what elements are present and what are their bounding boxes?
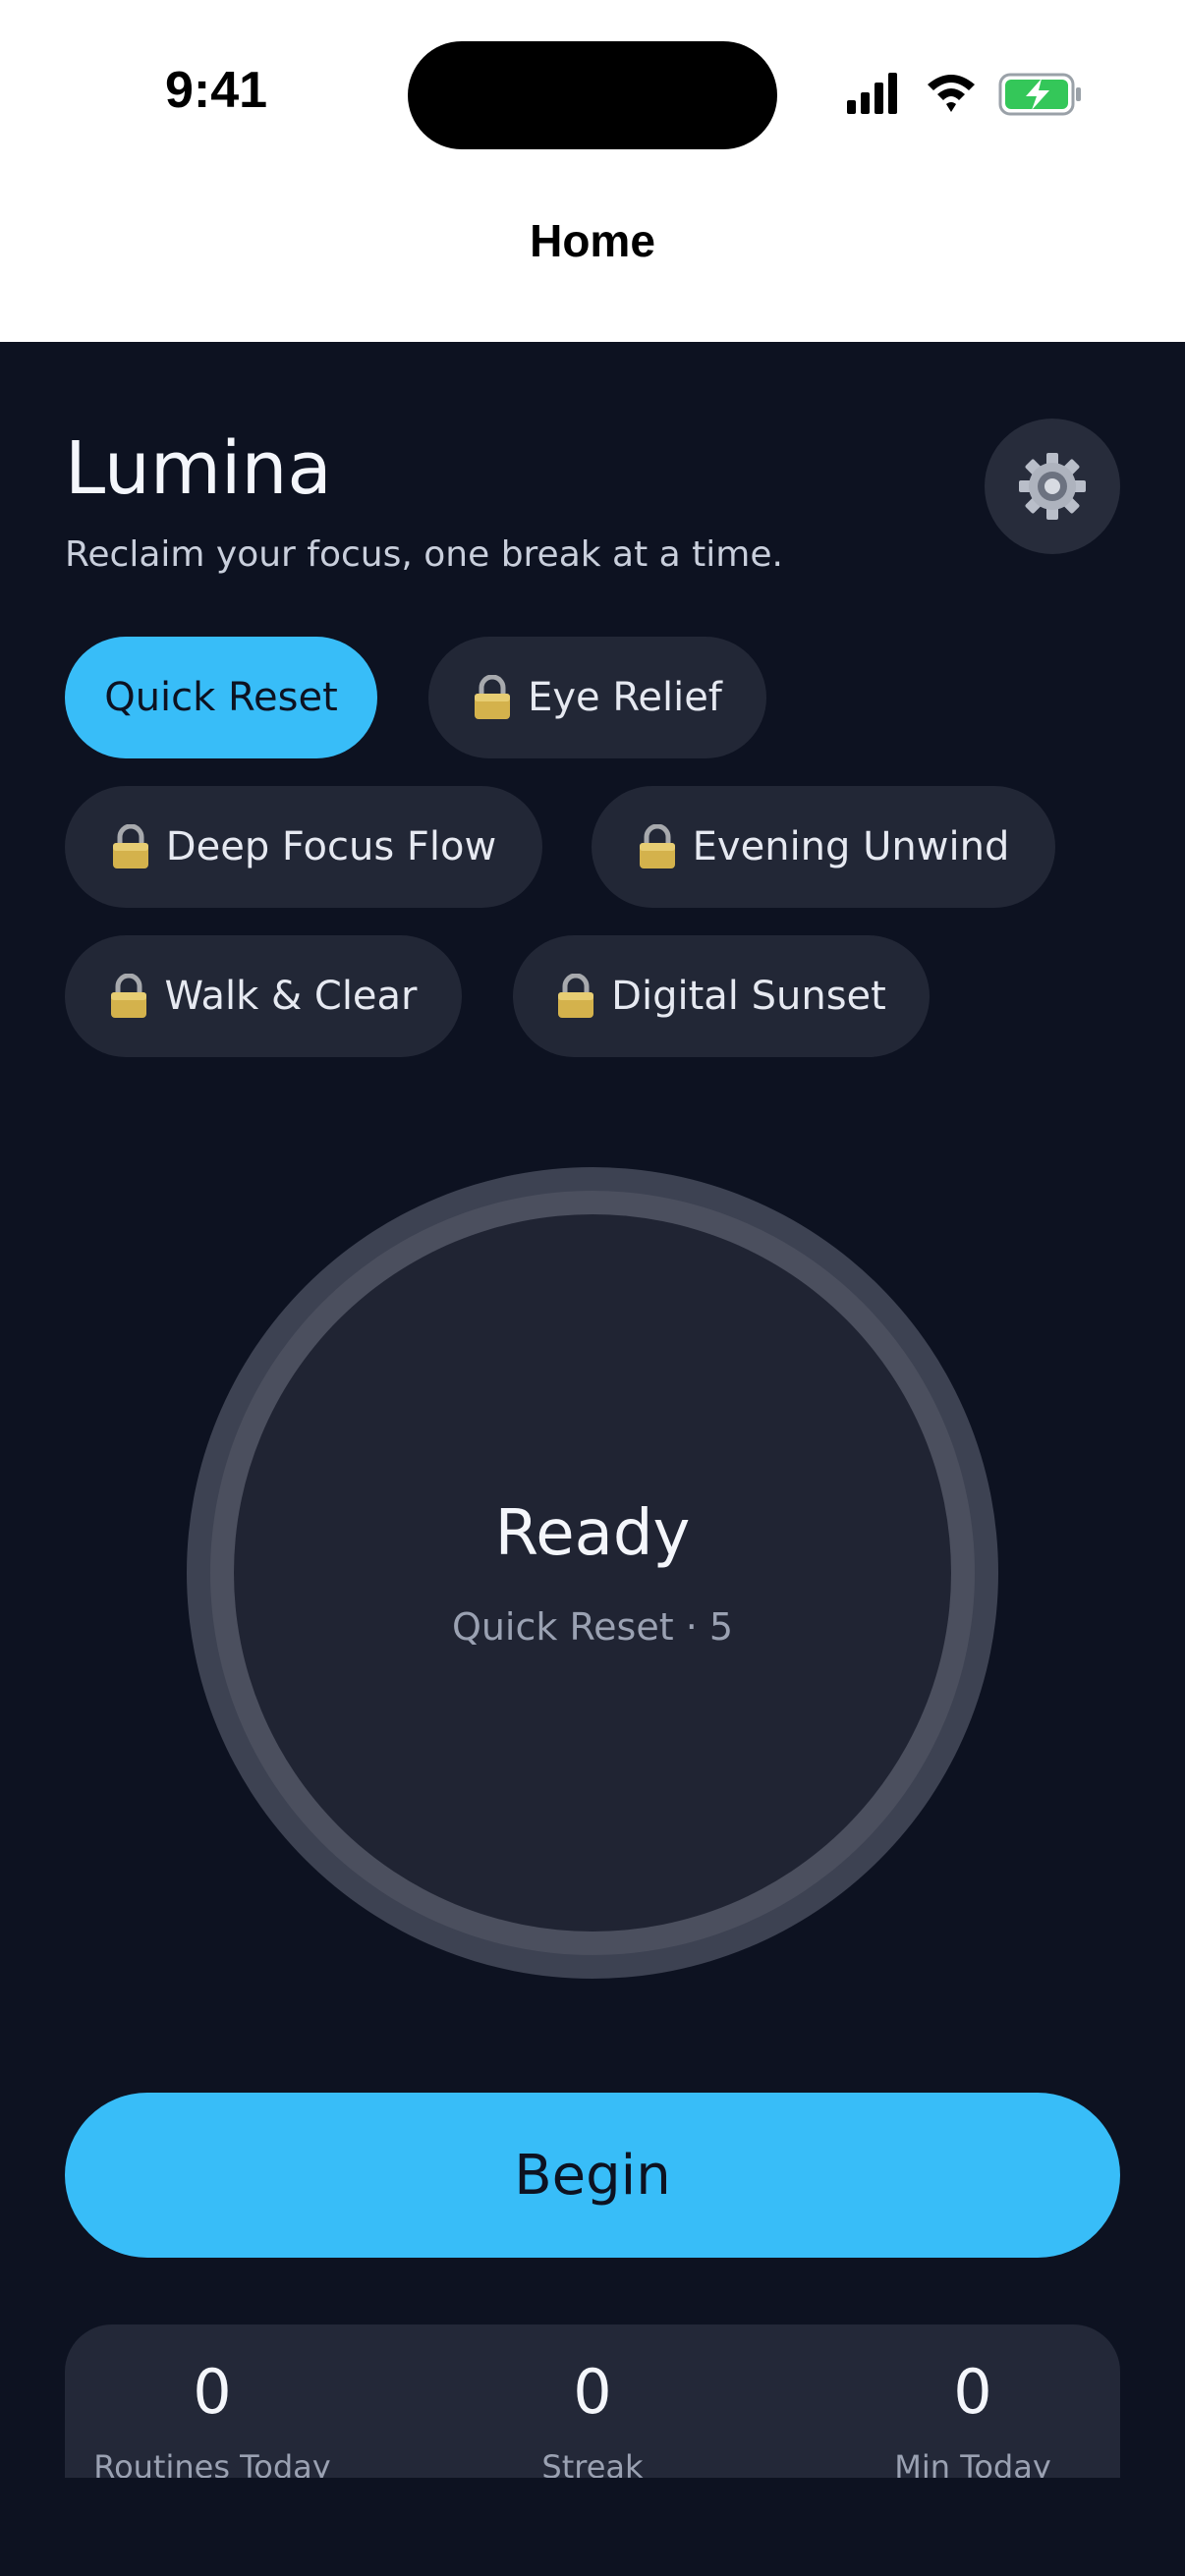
stat-label: Streak [541,2448,644,2478]
status-bar: 9:41 [0,0,1185,196]
stat-min-today: 0 Min Today [825,2356,1120,2479]
chip-digital-sunset[interactable]: Digital Sunset [513,935,930,1057]
begin-label: Begin [514,2143,671,2208]
dynamic-island [408,41,777,149]
status-time: 9:41 [164,62,268,119]
stat-value: 0 [573,2356,612,2428]
stats-card: 0 Routines Today 0 Streak 0 Min Today [65,2324,1120,2478]
chip-deep-focus-flow[interactable]: Deep Focus Flow [65,786,542,908]
settings-button[interactable] [985,419,1120,554]
signal-icon [847,73,897,114]
timer-state: Ready [494,1497,691,1570]
chip-walk-and-clear[interactable]: Walk & Clear [65,935,462,1057]
status-icons [847,73,1081,116]
app-title: Lumina [65,426,332,511]
bottom-safe-area [0,2478,1185,2576]
chip-label: Deep Focus Flow [165,824,497,869]
app-subtitle: Reclaim your focus, one break at a time. [65,534,783,575]
wifi-icon [928,75,975,112]
chip-label: Walk & Clear [164,974,418,1019]
nav-title: Home [530,215,655,266]
stat-label: Min Today [894,2448,1051,2478]
lock-icon [556,973,595,1019]
timer-detail: Quick Reset · 5 [451,1605,734,1649]
stat-routines-today: 0 Routines Today [65,2356,360,2479]
chip-label: Digital Sunset [611,974,886,1019]
lock-icon [638,823,677,869]
chip-label: Evening Unwind [692,824,1010,869]
stat-value: 0 [193,2356,232,2428]
stat-streak: 0 Streak [445,2356,740,2479]
chip-eye-relief[interactable]: Eye Relief [428,637,766,758]
chip-quick-reset[interactable]: Quick Reset [65,637,377,758]
stat-label: Routines Today [93,2448,331,2478]
battery-charging-icon [998,73,1081,116]
timer-dial [234,1214,951,1932]
gear-icon [1019,453,1086,520]
begin-button[interactable]: Begin [65,2093,1120,2258]
chip-label: Eye Relief [528,675,722,720]
lock-icon [473,674,512,720]
stat-value: 0 [953,2356,992,2428]
lock-icon [109,973,148,1019]
chip-evening-unwind[interactable]: Evening Unwind [592,786,1055,908]
lock-icon [111,823,150,869]
chip-label: Quick Reset [104,675,338,720]
